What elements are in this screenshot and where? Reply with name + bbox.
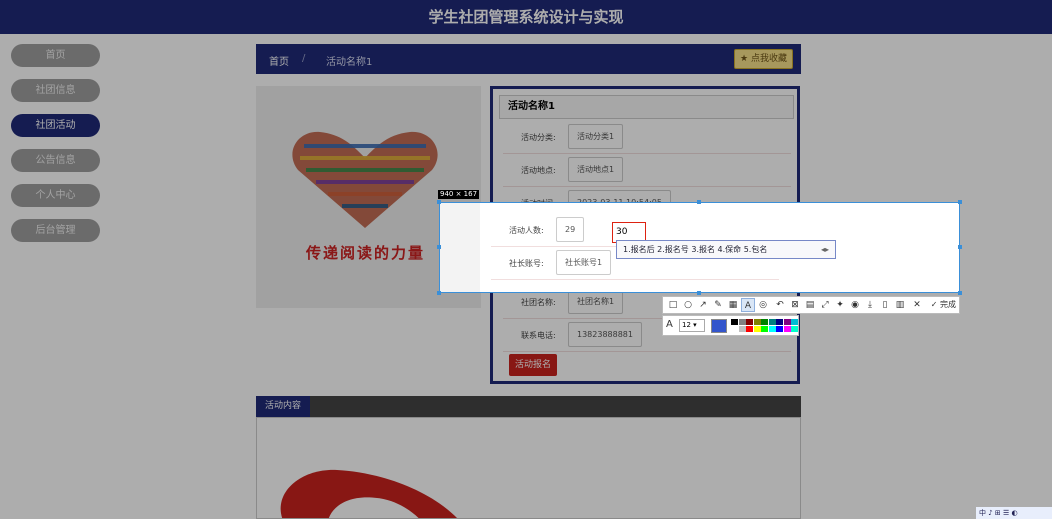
text-icon[interactable]: A [741,298,755,312]
color-swatch[interactable] [791,319,798,325]
font-size-value: 12 [682,321,691,329]
download-icon[interactable]: ⤓ [863,298,877,312]
system-tray: 中 ♪ ⊞ ☰ ◐ [976,507,1052,519]
undo-icon[interactable]: ↶ [773,298,787,312]
color-swatch[interactable] [753,326,761,332]
color-swatch[interactable] [738,319,746,325]
color-swatch[interactable] [783,319,791,325]
color-swatch[interactable] [791,326,798,332]
field-label: 社长账号: [509,259,544,268]
resize-handle[interactable] [437,291,441,295]
color-swatch[interactable] [776,326,783,332]
arrow-icon[interactable]: ↗ [696,298,710,312]
ime-candidate-bar[interactable]: 1.报名后 2.报名号 3.报名 4.保命 5.包名 ◂▸ [616,240,836,259]
copy-icon[interactable]: ▯ [878,298,892,312]
ime-page-arrows-icon[interactable]: ◂▸ [821,241,829,258]
rectangle-icon[interactable]: □ [666,298,680,312]
resize-handle[interactable] [958,245,962,249]
color-swatch[interactable] [731,326,738,332]
done-button[interactable]: ✓ 完成 [931,298,956,312]
ime-candidates[interactable]: 1.报名后 2.报名号 3.报名 4.保命 5.包名 [623,245,767,254]
resize-handle[interactable] [697,200,701,204]
number-marker-icon[interactable]: ◎ [756,298,770,312]
field-value: 社长账号1 [556,250,612,275]
color-swatch[interactable] [731,319,738,325]
resize-handle[interactable] [437,200,441,204]
check-icon: ✓ [930,300,938,309]
screenshot-toolbar: □ ○ ↗ ✎ ▦ A ◎ ↶ ⊠ ▤ ⤢ ✦ ◉ ⤓ ▯ ▥ ✕ ✓ 完成 [662,296,960,314]
color-swatch[interactable] [746,326,753,332]
color-swatch[interactable] [768,319,776,325]
ellipse-icon[interactable]: ○ [681,298,695,312]
selection-grey-area [440,203,480,292]
color-swatch[interactable] [753,319,761,325]
color-swatch[interactable] [768,326,776,332]
mosaic-icon[interactable]: ▦ [726,298,740,312]
ocr-icon[interactable]: ▤ [803,298,817,312]
color-swatch[interactable] [761,326,768,332]
field-label: 活动人数: [509,226,544,235]
font-icon: A [666,319,673,330]
record-icon[interactable]: ◉ [848,298,862,312]
resize-handle[interactable] [697,291,701,295]
color-swatch[interactable] [738,326,746,332]
color-swatch[interactable] [761,319,768,325]
pencil-icon[interactable]: ✎ [711,298,725,312]
color-swatch[interactable] [783,326,791,332]
current-color-swatch[interactable] [711,319,727,333]
resize-handle[interactable] [958,291,962,295]
resize-handle[interactable] [958,200,962,204]
done-label: 完成 [940,300,956,309]
sticker-icon[interactable]: ✦ [833,298,847,312]
text-style-bar: A 12 ▾ [662,315,799,336]
translate-icon[interactable]: ⤢ [818,298,832,312]
resize-handle[interactable] [437,245,441,249]
close-icon[interactable]: ✕ [910,298,924,312]
color-swatch[interactable] [746,319,753,325]
selection-size-label: 940 × 167 [438,190,480,199]
pin-icon[interactable]: ⊠ [788,298,802,312]
save-icon[interactable]: ▥ [893,298,907,312]
font-size-select[interactable]: 12 ▾ [679,319,705,332]
color-swatch[interactable] [776,319,783,325]
field-value: 29 [556,217,585,242]
